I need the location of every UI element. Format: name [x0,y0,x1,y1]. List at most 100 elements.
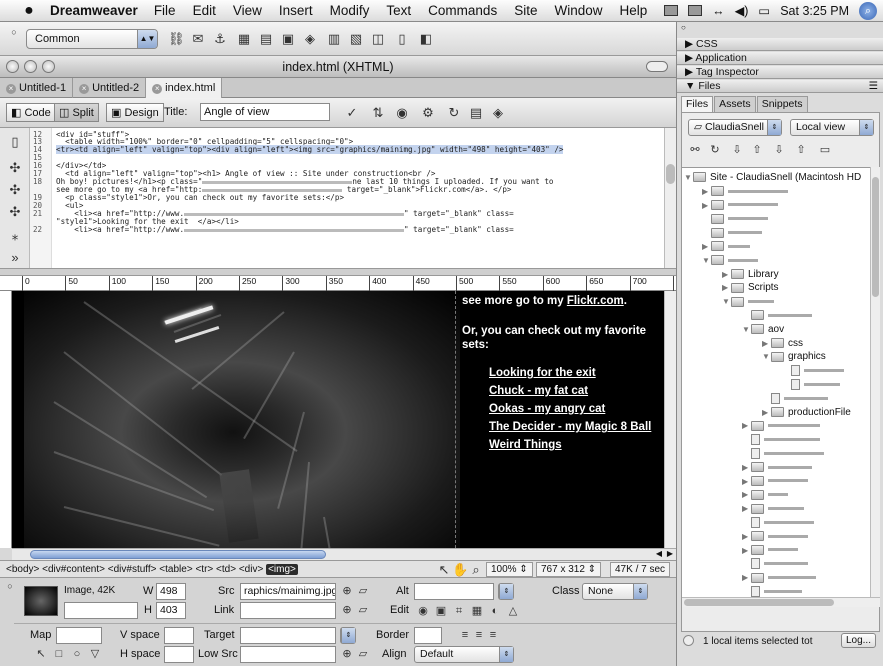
zoom-tool-icon[interactable]: ⌕ [468,562,484,578]
menu-window[interactable]: Window [554,3,602,18]
browse-folder-icon[interactable]: ▱ [356,603,370,617]
scroll-right-icon[interactable]: ▶ [667,549,673,558]
tag-div[interactable]: <div> [239,564,263,575]
email-link-icon[interactable]: ✉ [190,31,206,47]
site-root[interactable]: ▼ Site - ClaudiaSnell (Macintosh HD [684,171,861,184]
polygon-hotspot-icon[interactable]: ▽ [88,647,102,661]
refresh-icon[interactable]: ↻ [708,143,722,157]
browse-folder-icon[interactable]: ▱ [356,584,370,598]
folder-item[interactable]: ▶ [702,185,788,198]
media-icon[interactable]: ◈ [302,31,318,47]
menu-modify[interactable]: Modify [330,3,370,18]
menu-help[interactable]: Help [619,3,647,18]
disclosure-closed-icon[interactable]: ▶ [762,337,771,350]
code-editor[interactable]: <div id="stuff"> <table width="100%" bor… [52,128,664,268]
folder-item[interactable] [702,226,762,239]
menu-commands[interactable]: Commands [428,3,497,18]
link-chuck[interactable]: Chuck - my fat cat [489,385,588,397]
validate-icon[interactable]: ✓ [344,105,360,121]
alt-dropdown[interactable]: ⇕ [498,583,514,600]
close-tab-icon[interactable]: × [152,84,163,94]
preview-browser-icon[interactable]: ◉ [394,105,410,121]
file-item[interactable] [762,392,828,405]
menu-edit[interactable]: Edit [193,3,216,18]
folder-item[interactable]: ▼ aov [742,323,784,336]
panel-tag-inspector[interactable]: ▶ Tag Inspector [677,66,883,79]
design-scrollbar[interactable] [664,291,676,548]
folder-item[interactable]: ▶ [742,571,816,584]
close-tab-icon[interactable]: × [6,84,16,94]
menu-site[interactable]: Site [514,3,537,18]
height-field[interactable]: 403 [156,602,186,619]
more-icon[interactable]: » [7,250,23,266]
tab-snippets[interactable]: Snippets [756,96,808,112]
disclosure-closed-icon[interactable]: ▶ [742,461,751,474]
menu-file[interactable]: File [154,3,176,18]
code-scrollbar[interactable] [664,128,676,268]
panel-application[interactable]: ▶ Application [677,52,883,65]
disclosure-closed-icon[interactable]: ▶ [742,544,751,557]
menu-view[interactable]: View [233,3,262,18]
tab-assets[interactable]: Assets [714,96,756,112]
link-weird-things[interactable]: Weird Things [489,439,562,451]
table-icon[interactable]: ▦ [236,31,252,47]
src-field[interactable]: raphics/mainimg.jpg [240,583,336,600]
folder-item[interactable]: ▶ [742,419,820,432]
folder-item[interactable] [702,212,768,225]
folder-item[interactable]: ▶ [702,240,750,253]
menu-text[interactable]: Text [386,3,411,18]
tag-img-selected[interactable]: <img> [266,564,298,575]
design-view[interactable]: see more go to my Flickr.com. Or, you ca… [12,291,664,548]
battery-icon[interactable]: ▭ [758,3,770,18]
zoom-window-icon[interactable] [42,60,55,73]
disclosure-closed-icon[interactable]: ▶ [742,530,751,543]
scroll-left-icon[interactable]: ◀ [656,549,662,558]
panel-files[interactable]: ▼ Files ☰ [677,80,883,93]
border-field[interactable] [414,627,442,644]
file-item[interactable] [782,364,844,377]
folder-item[interactable]: ▶ [702,199,778,212]
horizontal-scroll-thumb[interactable] [30,550,326,559]
disclosure-closed-icon[interactable]: ▶ [702,185,711,198]
code-line[interactable]: <tr><td align="left" valign="top"><div a… [56,145,564,154]
tag-chooser-icon[interactable]: ◧ [418,31,434,47]
menu-insert[interactable]: Insert [279,3,313,18]
visual-aids-icon[interactable]: ◈ [490,105,506,121]
named-anchor-icon[interactable]: ⚓ [212,31,228,47]
tag-body[interactable]: <body> [6,564,39,575]
split-divider[interactable] [0,268,676,276]
comment-icon[interactable]: ◫ [370,31,386,47]
log-button[interactable]: Log... [840,633,876,648]
split-view-button[interactable]: ◫ Split [54,103,99,122]
tag-table[interactable]: <table> [159,564,192,575]
folder-item[interactable]: ▶ productionFile [762,406,851,419]
edit-image-icon[interactable]: ◉ [416,604,430,618]
code-scroll-thumb[interactable] [666,164,675,184]
apple-menu-icon[interactable]: ● [20,2,38,20]
disclosure-open-icon[interactable]: ▼ [762,350,771,363]
disclosure-closed-icon[interactable]: ▶ [742,502,751,515]
file-item[interactable] [742,557,808,570]
disclosure-closed-icon[interactable]: ▶ [702,240,711,253]
optimize-icon[interactable]: ▣ [434,604,448,618]
check-out-icon[interactable]: ⇩ [772,143,786,157]
title-input[interactable]: Angle of view [200,103,330,121]
collapse-icon[interactable]: ○ [681,23,686,32]
collapse-icon[interactable]: ○ [2,578,18,594]
connect-icon[interactable]: ⚯ [688,143,702,157]
code-line[interactable]: <p class="style1">Or, you can check out … [56,193,344,202]
align-right-icon[interactable]: ≡ [486,628,500,642]
pointer-hotspot-icon[interactable]: ↖ [34,647,48,661]
view-options-icon[interactable]: ▤ [468,105,484,121]
folder-item[interactable]: ▶ Library [722,268,779,281]
disclosure-closed-icon[interactable]: ▶ [722,281,731,294]
disclosure-open-icon[interactable]: ▼ [684,171,693,184]
flickr-link[interactable]: Flickr.com [567,295,624,307]
get-files-icon[interactable]: ⇩ [730,143,744,157]
tag-td[interactable]: <td> [216,564,236,575]
link-field[interactable] [240,602,336,619]
sharpen-icon[interactable]: △ [506,604,520,618]
file-item[interactable] [742,447,824,460]
insert-category-select[interactable]: Common ▲▼ [26,29,158,49]
panel-css[interactable]: ▶ CSS [677,38,883,51]
